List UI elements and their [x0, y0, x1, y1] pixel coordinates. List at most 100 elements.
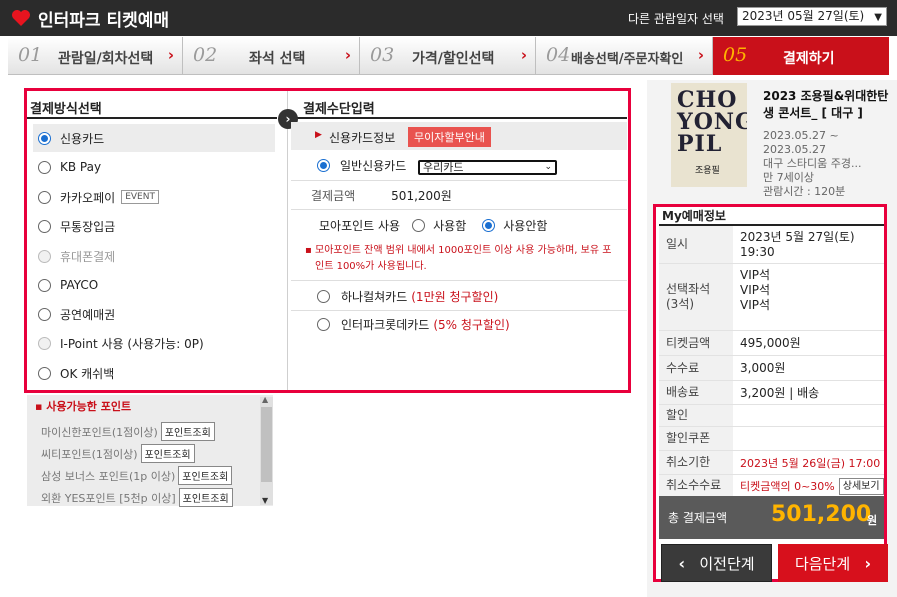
pm-label: PAYCO — [60, 278, 99, 292]
point-lookup-button[interactable]: 포인트조회 — [140, 444, 195, 463]
chevron-right-icon: › — [697, 46, 704, 64]
moa-label: 모아포인트 사용 — [319, 218, 401, 233]
payment-method-title: 결제방식선택 — [30, 102, 102, 117]
radio-selected[interactable] — [38, 131, 51, 145]
radio[interactable] — [38, 366, 51, 380]
radio[interactable] — [317, 317, 330, 331]
pm-label: I-Point 사용 (사용가능: 0P) — [60, 336, 204, 351]
point-lookup-button[interactable]: 포인트조회 — [160, 422, 215, 441]
seat-key: 선택좌석 — [666, 282, 711, 296]
card-info-label: 신용카드정보 — [329, 131, 396, 145]
top-header: 인터파크 티켓예매 다른 관람일자 선택 2023년 05월 27일(토) ▼ — [0, 0, 897, 36]
radio[interactable] — [38, 219, 51, 233]
pm-label: 신용카드 — [60, 131, 105, 146]
step-number: 04 — [546, 44, 571, 66]
radio-selected[interactable] — [317, 158, 330, 172]
row-divider — [291, 280, 627, 281]
pm-bank-transfer[interactable]: 무통장입금 — [33, 212, 275, 240]
info-key: 티켓금액 — [659, 331, 733, 355]
pm-label: 공연예매권 — [60, 307, 116, 322]
next-step-button[interactable]: 다음단계 › — [778, 544, 888, 582]
scroll-down-icon[interactable]: ▼ — [262, 496, 268, 505]
pm-ipoint[interactable]: I-Point 사용 (사용가능: 0P) — [33, 329, 275, 357]
poster-title: CHO YONG PIL — [677, 87, 747, 157]
scroll-thumb[interactable] — [261, 407, 272, 482]
pm-kbpay[interactable]: KB Pay — [33, 153, 275, 181]
point-label: 삼성 보너스 포인트(1p 이상) — [41, 469, 176, 483]
chevron-down-icon: ▼ — [874, 12, 882, 23]
installment-badge[interactable]: 무이자할부안내 — [408, 127, 491, 147]
radio-disabled — [38, 336, 51, 350]
lotte-card-row[interactable]: 인터파크롯데카드 (5% 청구할인) — [291, 310, 627, 338]
step-number: 01 — [18, 44, 43, 66]
point-lookup-button[interactable]: 포인트조회 — [178, 488, 233, 507]
radio[interactable] — [317, 289, 330, 303]
point-row: 외환 YES포인트 [5천p 이상] 포인트조회 — [41, 488, 233, 507]
step-label: 결제하기 — [783, 51, 835, 67]
seat-count: (3석) — [666, 297, 695, 311]
radio-selected[interactable] — [482, 218, 496, 232]
step-bar: 01 관람일/회차선택 › 02 좌석 선택 › 03 가격/할인선택 › 04… — [8, 37, 889, 75]
moa-note: ▪ 모아포인트 잔액 범위 내에서 1000포인트 이상 사용 가능하며, 보유… — [305, 243, 615, 275]
point-lookup-button[interactable]: 포인트조회 — [178, 466, 233, 485]
detail-button[interactable]: 상세보기 — [838, 478, 884, 495]
step-label: 배송선택/주문자확인 — [571, 52, 684, 67]
step-5-active[interactable]: 05 결제하기 — [713, 37, 889, 75]
info-value: 495,000원 — [740, 336, 801, 350]
step-3[interactable]: 03 가격/할인선택 › — [360, 37, 536, 75]
triangle-bullet-icon: ▶ — [315, 130, 322, 140]
lotte-card-label: 인터파크롯데카드 — [341, 317, 430, 332]
title-underline — [291, 117, 627, 119]
event-badge: EVENT — [121, 190, 159, 204]
prev-step-label: 이전단계 — [699, 554, 755, 573]
info-row-discount: 할인 — [659, 405, 884, 427]
show-venue: 대구 스타디움 주경... — [763, 157, 862, 170]
step-label: 관람일/회차선택 — [58, 51, 154, 67]
radio[interactable] — [38, 307, 51, 321]
pm-label: KB Pay — [60, 160, 102, 174]
chevron-left-icon: ‹ — [678, 553, 686, 573]
scroll-up-icon[interactable]: ▲ — [262, 395, 268, 404]
amount-value: 501,200원 — [391, 188, 452, 203]
step-1[interactable]: 01 관람일/회차선택 › — [8, 37, 183, 75]
pm-credit-card[interactable]: 신용카드 — [33, 124, 275, 152]
points-title-text: 사용가능한 포인트 — [46, 400, 132, 413]
step-4[interactable]: 04 배송선택/주문자확인 › — [536, 37, 713, 75]
payment-panel: 결제방식선택 결제수단입력 › 신용카드 KB Pay 카카오페이 EVENT … — [24, 88, 631, 393]
total-amount-bar: 총 결제금액 501,200 원 — [659, 496, 884, 539]
row-divider — [291, 209, 627, 210]
info-row-cancel-fee: 취소수수료 티켓금액의 0~30% 상세보기 — [659, 475, 884, 497]
date-select[interactable]: 2023년 05월 27일(토) ▼ — [737, 7, 887, 26]
pm-voucher[interactable]: 공연예매권 — [33, 300, 275, 328]
step-2[interactable]: 02 좌석 선택 › — [183, 37, 360, 75]
moa-point-row: 모아포인트 사용 사용함 사용안함 — [291, 211, 627, 239]
info-row-fee: 수수료 3,000원 — [659, 356, 884, 381]
pm-okcashbag[interactable]: OK 캐쉬백 — [33, 359, 275, 387]
radio[interactable] — [412, 218, 426, 232]
total-value: 501,200 — [771, 502, 872, 527]
card-company-select[interactable]: 우리카드 ⌄ — [418, 160, 557, 175]
points-box: ▪ 사용가능한 포인트 마이신한포인트(1점이상) 포인트조회 씨티포인트(1점… — [27, 395, 273, 507]
cancel-fee-text: 티켓금액의 0~30% — [740, 480, 835, 493]
points-scrollbar[interactable]: ▲ ▼ — [260, 395, 273, 505]
total-unit: 원 — [867, 514, 878, 527]
heart-logo-icon — [12, 10, 30, 26]
step-number: 05 — [723, 44, 748, 66]
pm-kakaopay[interactable]: 카카오페이 EVENT — [33, 183, 275, 211]
info-value: 3,000원 — [740, 361, 786, 375]
pm-label: 휴대폰결제 — [60, 249, 116, 264]
moa-use-label: 사용함 — [433, 218, 467, 233]
radio[interactable] — [38, 190, 51, 204]
point-label: 외환 YES포인트 [5천p 이상] — [41, 491, 176, 505]
pm-payco[interactable]: PAYCO — [33, 271, 275, 299]
info-key: 수수료 — [659, 356, 733, 380]
hana-card-row[interactable]: 하나컬쳐카드 (1만원 청구할인) — [291, 282, 627, 310]
info-value: 2023년 5월 27일(토) 19:30 — [740, 230, 855, 260]
radio[interactable] — [38, 278, 51, 292]
info-row-date: 일시 2023년 5월 27일(토) 19:30 — [659, 226, 884, 264]
info-key: 취소수수료 — [659, 475, 733, 496]
hana-discount: (1만원 청구할인) — [411, 289, 499, 304]
radio[interactable] — [38, 160, 51, 174]
prev-step-button[interactable]: ‹ 이전단계 — [661, 544, 772, 582]
points-title: ▪ 사용가능한 포인트 — [35, 400, 132, 413]
